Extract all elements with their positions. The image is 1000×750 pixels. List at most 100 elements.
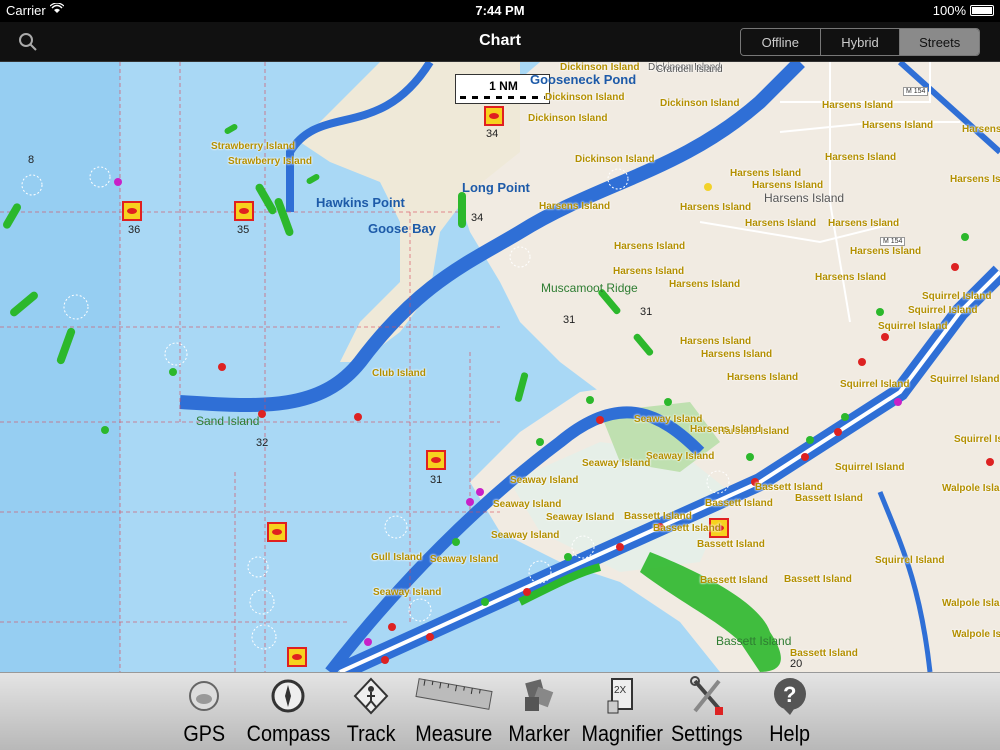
map-label: Squirrel Island xyxy=(840,379,910,390)
map-label: Harsens Island xyxy=(764,191,845,205)
map-label: Bassett Island xyxy=(716,634,792,648)
fishing-spot-icon[interactable] xyxy=(267,522,287,542)
map-label: Harsens Island xyxy=(850,246,922,257)
marker-icon xyxy=(519,675,559,717)
bottom-toolbar: GPS Compass Track Measure Marker 2X Magn… xyxy=(0,672,1000,750)
map-label: Bassett Island xyxy=(700,575,768,586)
nautical-chart-map[interactable]: 1 NM Gooseneck Pond Dickinson Island Dic… xyxy=(0,62,1000,672)
map-label: Squirrel Island xyxy=(908,305,978,316)
depth-sounding: 34 xyxy=(486,128,499,140)
map-label: Harsens Island xyxy=(613,266,685,277)
segment-streets[interactable]: Streets xyxy=(900,29,979,55)
status-bar: Carrier 7:44 PM 100% xyxy=(0,0,1000,22)
compass-icon xyxy=(268,675,308,717)
map-label: Seaway Island xyxy=(646,451,715,462)
depth-sounding: 8 xyxy=(28,154,35,166)
map-label: Strawberry Island xyxy=(228,156,312,167)
map-label: Harsens Island xyxy=(828,218,900,229)
depth-sounding: 34 xyxy=(471,212,484,224)
map-label: Gull Island xyxy=(371,552,423,563)
map-label: Seaway Island xyxy=(430,554,499,565)
map-label: Harsens Island xyxy=(539,201,611,212)
map-label: Harsens Island xyxy=(730,168,802,179)
map-label: Seaway Island xyxy=(510,475,579,486)
marker-button[interactable]: Marker xyxy=(506,673,572,750)
svg-text:2X: 2X xyxy=(614,685,627,696)
track-button[interactable]: Track xyxy=(344,673,398,750)
map-label: Bassett Island xyxy=(653,523,721,534)
help-icon: ? xyxy=(770,675,810,717)
depth-sounding: 35 xyxy=(237,224,250,236)
gps-icon xyxy=(184,675,224,717)
map-label: Squirrel Island xyxy=(878,321,948,332)
fishing-spot-icon[interactable] xyxy=(484,106,504,126)
map-label: Dickinson Island xyxy=(560,62,640,73)
map-label: Walpole Island xyxy=(942,483,1000,494)
depth-sounding: 31 xyxy=(640,306,653,318)
compass-button[interactable]: Compass xyxy=(246,673,330,750)
map-label: Club Island xyxy=(372,368,426,379)
help-button[interactable]: ? Help xyxy=(762,673,818,750)
map-label: Harsens Island xyxy=(862,120,934,131)
map-label: Walpole Island xyxy=(952,629,1000,640)
map-label: Bassett Island xyxy=(784,574,852,585)
map-label: Seaway Island xyxy=(373,587,442,598)
measure-button[interactable]: Measure xyxy=(414,673,494,750)
map-label: Harsens Island xyxy=(825,152,897,163)
map-label: Muscamoot Ridge xyxy=(541,281,638,295)
map-label: Hawkins Point xyxy=(316,195,405,210)
map-label: Bassett Island xyxy=(705,498,773,509)
segment-offline[interactable]: Offline xyxy=(741,29,821,55)
map-label: Dickinson Island xyxy=(660,98,740,109)
fishing-spot-icon[interactable] xyxy=(234,201,254,221)
fishing-spot-icon[interactable] xyxy=(122,201,142,221)
settings-icon xyxy=(687,675,727,717)
map-label: Harsens Island xyxy=(669,279,741,290)
map-label: Squirrel Island xyxy=(930,374,1000,385)
map-label: Long Point xyxy=(462,180,530,195)
map-label: Harsens Island xyxy=(815,272,887,283)
map-type-selector: Offline Hybrid Streets xyxy=(740,28,980,56)
magnifier-button[interactable]: 2X Magnifier xyxy=(581,673,663,750)
map-label: Seaway Island xyxy=(582,458,651,469)
map-label: Seaway Island xyxy=(634,414,703,425)
map-label: Gooseneck Pond xyxy=(530,72,637,87)
map-label: Harsens Island xyxy=(950,174,1000,185)
depth-sounding: 32 xyxy=(256,437,269,449)
map-label: Strawberry Island xyxy=(211,141,295,152)
map-label: Bassett Island xyxy=(795,493,863,504)
settings-button[interactable]: Settings xyxy=(664,673,750,750)
map-label: Squirrel Island xyxy=(835,462,905,473)
depth-sounding: 31 xyxy=(563,314,576,326)
battery-percentage: 100% xyxy=(932,3,966,18)
map-label: Dickinson Island xyxy=(528,113,608,124)
map-label: Seaway Island xyxy=(491,530,560,541)
ruler-icon xyxy=(415,675,493,717)
map-label: Bassett Island xyxy=(624,511,692,522)
clock: 7:44 PM xyxy=(475,3,525,18)
map-label: Dickinson Island xyxy=(545,92,625,103)
map-label: Squirrel Island xyxy=(875,555,945,566)
map-label: Squirrel Island xyxy=(922,291,992,302)
map-label: Crandell Island xyxy=(656,64,723,75)
track-icon xyxy=(351,675,391,717)
navigation-bar: Chart Offline Hybrid Streets xyxy=(0,22,1000,62)
map-label: Harsens Island xyxy=(614,241,686,252)
gps-button[interactable]: GPS xyxy=(178,673,230,750)
fishing-spot-icon[interactable] xyxy=(287,647,307,667)
depth-sounding: 20 xyxy=(790,658,803,670)
map-label: Sand Island xyxy=(196,414,260,428)
map-label: Harsens Island xyxy=(745,218,817,229)
map-label: Seaway Island xyxy=(546,512,615,523)
map-label: Dickinson Island xyxy=(575,154,655,165)
map-label: Bassett Island xyxy=(755,482,823,493)
segment-hybrid[interactable]: Hybrid xyxy=(820,29,901,55)
map-label: Seaway Island xyxy=(493,499,562,510)
fishing-spot-icon[interactable] xyxy=(426,450,446,470)
map-label: Harsens Island xyxy=(962,124,1000,135)
map-label: Harsens Island xyxy=(822,100,894,111)
svg-text:?: ? xyxy=(783,682,796,707)
map-label: Squirrel Island xyxy=(954,434,1000,445)
depth-sounding: 36 xyxy=(128,224,141,236)
map-label: Goose Bay xyxy=(368,221,436,236)
